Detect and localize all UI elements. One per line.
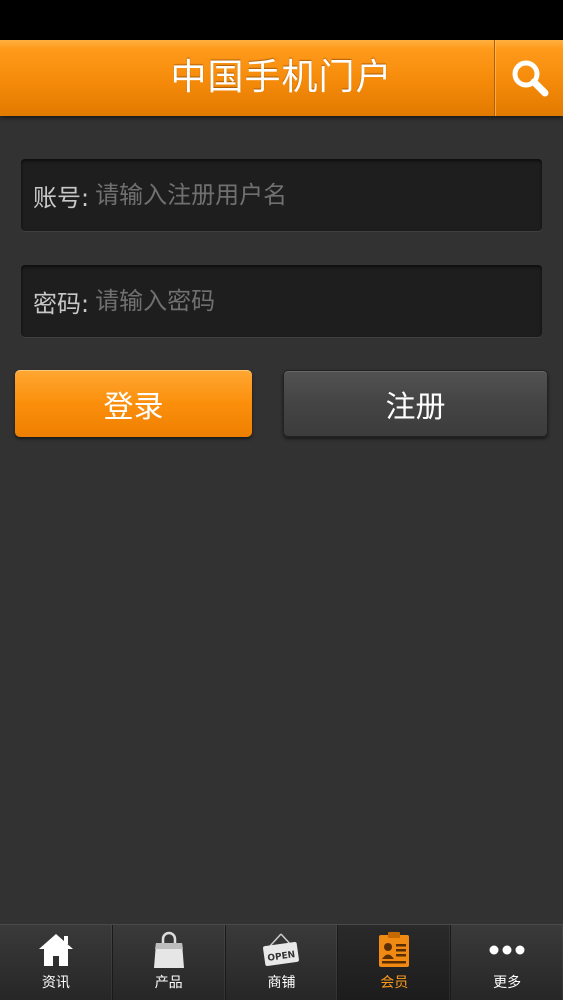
tab-label: 会员	[380, 975, 409, 991]
password-input[interactable]	[89, 281, 542, 321]
more-dots-icon	[487, 931, 527, 969]
search-icon	[512, 60, 548, 97]
tab-label: 商铺	[267, 975, 296, 991]
tab-more[interactable]: 更多	[451, 925, 563, 1000]
tab-members[interactable]: 会员	[338, 925, 452, 1000]
app-header: 中国手机门户	[0, 40, 563, 116]
tab-news[interactable]: 资讯	[0, 925, 113, 1000]
search-button[interactable]	[496, 40, 563, 116]
password-field[interactable]: 密码:	[21, 265, 542, 337]
account-input[interactable]	[89, 175, 542, 215]
open-sign-icon: OPEN	[261, 931, 301, 969]
login-button[interactable]: 登录	[15, 370, 252, 437]
header-divider	[494, 40, 495, 116]
page-title: 中国手机门户	[170, 57, 393, 98]
home-icon	[36, 931, 76, 969]
shopping-bag-icon	[149, 931, 189, 969]
tab-products[interactable]: 产品	[113, 925, 226, 1000]
app-screen: 中国手机门户 账号: 密码: 登录 注册 资讯	[0, 0, 563, 1000]
tab-label: 更多	[493, 975, 522, 991]
tab-label: 产品	[154, 975, 183, 991]
bottom-tab-bar: 资讯 产品 OPEN 商铺 会员 更多	[0, 924, 563, 1000]
password-label: 密码:	[33, 289, 90, 318]
tab-label: 资讯	[41, 975, 70, 991]
member-card-icon	[374, 931, 414, 969]
register-button[interactable]: 注册	[283, 370, 548, 437]
account-label: 账号:	[33, 183, 90, 212]
account-field[interactable]: 账号:	[21, 159, 542, 231]
status-bar	[0, 0, 563, 40]
tab-shops[interactable]: OPEN 商铺	[226, 925, 339, 1000]
